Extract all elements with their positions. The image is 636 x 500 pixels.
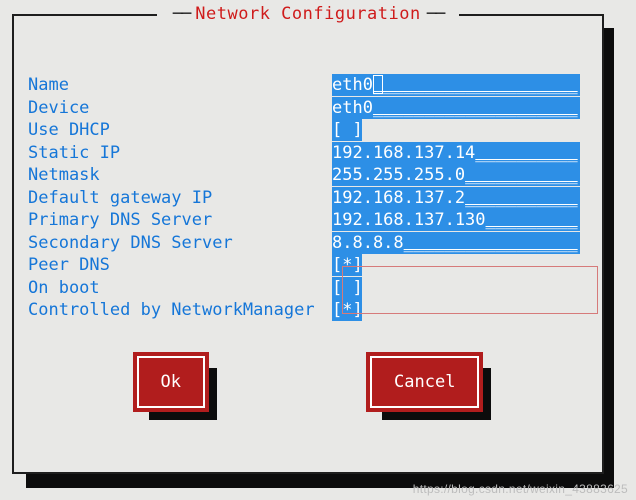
field-value: [ ] [332,278,363,298]
field-value: [*] [332,300,363,320]
field-row: On boot[ ] [28,277,588,300]
field-label: Primary DNS Server [28,210,332,230]
watermark: https://blog.csdn.net/weixin_43883625 [413,482,628,496]
button-row: Ok Cancel [14,356,602,408]
field-row: Secondary DNS Server8.8.8.8_____________… [28,232,588,255]
field-value-highlight: [*] [332,254,362,276]
dialog-title: Network Configuration [195,4,420,24]
field-label: Controlled by NetworkManager [28,300,332,320]
cancel-button-label: Cancel [394,372,455,392]
field-label: Name [28,75,332,95]
field-row: Deviceeth0____________________ [28,97,588,120]
field-input[interactable]: 192.168.137.14__________ [332,142,588,164]
field-input[interactable]: 8.8.8.8_________________ [332,232,588,254]
field-input[interactable]: 255.255.255.0___________ [332,164,588,186]
field-row: Use DHCP[ ] [28,119,588,142]
field-row: Nameeth0____________________ [28,74,588,97]
field-value: eth0____________________ [332,75,578,95]
field-label: On boot [28,278,332,298]
field-row: Peer DNS[*] [28,254,588,277]
cancel-button[interactable]: Cancel [370,356,479,408]
text-cursor [373,75,383,94]
field-checkbox[interactable]: [ ] [332,119,588,141]
field-row: Netmask255.255.255.0___________ [28,164,588,187]
field-value-highlight: [*] [332,299,362,321]
config-form: Nameeth0____________________Deviceeth0__… [28,74,588,322]
field-row: Default gateway IP192.168.137.2_________… [28,187,588,210]
field-value-highlight: 192.168.137.130_________ [332,209,580,231]
field-value: [ ] [332,120,363,140]
field-value: 192.168.137.2___________ [332,188,578,208]
field-value: [*] [332,255,363,275]
field-value: 192.168.137.130_________ [332,210,578,230]
field-value-highlight: 192.168.137.2___________ [332,187,580,209]
ok-button-label: Ok [161,372,181,392]
field-value-highlight: [ ] [332,119,362,141]
field-value-highlight: 255.255.255.0___________ [332,164,580,186]
field-value: 8.8.8.8_________________ [332,233,578,253]
ok-button[interactable]: Ok [137,356,205,408]
field-label: Peer DNS [28,255,332,275]
field-label: Static IP [28,143,332,163]
field-value-highlight: 192.168.137.14__________ [332,142,580,164]
field-label: Default gateway IP [28,188,332,208]
title-decor-right: ── [421,4,443,24]
field-value-highlight: eth0____________________ [332,74,580,96]
field-row: Static IP192.168.137.14__________ [28,142,588,165]
field-label: Use DHCP [28,120,332,140]
field-value-highlight: 8.8.8.8_________________ [332,232,580,254]
title-bar: ──Network Configuration── [14,4,602,24]
field-input[interactable]: 192.168.137.130_________ [332,209,588,231]
field-label: Secondary DNS Server [28,233,332,253]
field-checkbox[interactable]: [*] [332,299,588,321]
field-checkbox[interactable]: [*] [332,254,588,276]
field-label: Device [28,98,332,118]
field-checkbox[interactable]: [ ] [332,277,588,299]
dialog-frame: ──Network Configuration── Nameeth0______… [12,14,604,474]
field-value: 192.168.137.14__________ [332,143,578,163]
title-decor-left: ── [173,4,195,24]
field-label: Netmask [28,165,332,185]
field-row: Controlled by NetworkManager[*] [28,299,588,322]
field-value-highlight: eth0____________________ [332,97,580,119]
field-input[interactable]: eth0____________________ [332,97,588,119]
field-value-highlight: [ ] [332,277,362,299]
field-input[interactable]: 192.168.137.2___________ [332,187,588,209]
field-row: Primary DNS Server192.168.137.130_______… [28,209,588,232]
field-value: 255.255.255.0___________ [332,165,578,185]
field-value: eth0____________________ [332,98,578,118]
field-input[interactable]: eth0____________________ [332,74,588,96]
